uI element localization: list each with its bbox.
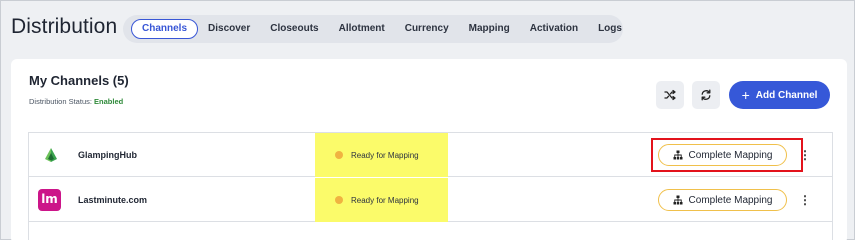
channels-card: My Channels (5) Distribution Status: Ena… [11,59,847,240]
tab-mapping[interactable]: Mapping [459,19,520,39]
sitemap-icon [673,195,683,205]
shuffle-button[interactable] [656,81,684,109]
tab-logs[interactable]: Logs [588,19,632,39]
app-frame: Distribution Channels Discover Closeouts… [0,0,855,240]
complete-mapping-button[interactable]: Complete Mapping [658,189,787,211]
status-text: Ready for Mapping [351,195,419,205]
distribution-status: Distribution Status: Enabled [29,97,123,106]
refresh-icon [701,89,711,101]
plus-icon: + [741,87,750,103]
table-row: lm Lastminute.com Ready for Mapping Comp… [29,178,832,222]
more-options-icon[interactable]: ⋮ [799,178,811,222]
table-row: GlampingHub Ready for Mapping Complete M… [29,133,832,177]
lastminute-logo-icon: lm [38,189,61,211]
tab-currency[interactable]: Currency [395,19,459,39]
distribution-status-value: Enabled [94,97,124,106]
tab-discover[interactable]: Discover [198,19,260,39]
page-title: Distribution [11,15,118,38]
glampinghub-logo-icon [45,148,57,162]
tab-activation[interactable]: Activation [520,19,588,39]
status-dot-icon [335,196,343,204]
channel-name: GlampingHub [78,150,137,160]
tab-allotment[interactable]: Allotment [329,19,395,39]
refresh-button[interactable] [692,81,720,109]
shuffle-icon [664,89,676,101]
tab-channels[interactable]: Channels [131,19,199,39]
card-title: My Channels (5) [29,73,129,88]
status-badge: Ready for Mapping [335,133,419,177]
channels-table: GlampingHub Ready for Mapping Complete M… [28,132,833,240]
tab-bar: Channels Discover Closeouts Allotment Cu… [123,15,623,43]
complete-mapping-label: Complete Mapping [688,194,773,206]
add-channel-label: Add Channel [755,89,818,101]
tab-closeouts[interactable]: Closeouts [260,19,328,39]
add-channel-button[interactable]: + Add Channel [729,81,830,109]
annotation-highlight-box [651,138,803,172]
status-badge: Ready for Mapping [335,178,419,222]
channel-name: Lastminute.com [78,195,148,205]
status-text: Ready for Mapping [351,150,419,160]
distribution-status-label: Distribution Status: [29,97,92,106]
status-dot-icon [335,151,343,159]
